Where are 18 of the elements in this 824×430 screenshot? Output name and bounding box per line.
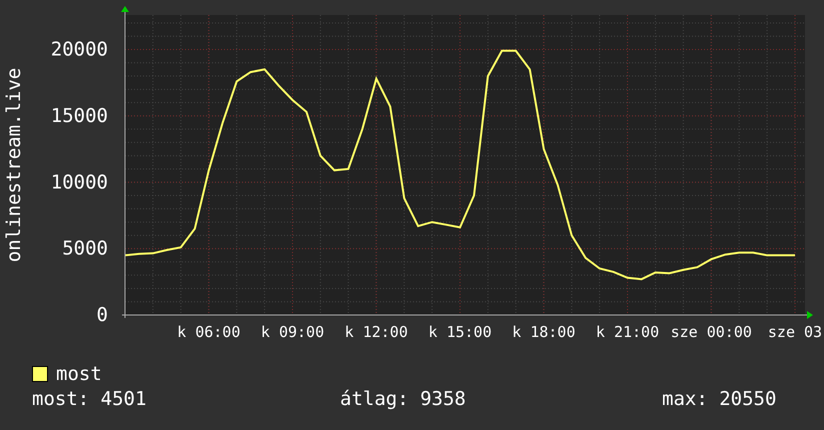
x-tick-label: k 21:00 xyxy=(596,323,660,341)
x-tick-label: k 06:00 xyxy=(177,323,240,341)
stat-text: max: 20550 xyxy=(662,388,778,410)
stat-text: átlag: 9358 xyxy=(340,388,467,410)
y-tick-label: 15000 xyxy=(50,104,108,127)
y-tick-label: 20000 xyxy=(50,38,108,61)
x-tick-label: k 15:00 xyxy=(428,323,492,341)
x-tick-label: sze 00:00 xyxy=(670,323,752,341)
x-tick-label: sze 03 xyxy=(768,323,822,341)
y-tick-label: 0 xyxy=(96,304,108,326)
y-tick-label: 10000 xyxy=(50,171,108,194)
y-axis-title: onlinestream.live xyxy=(3,68,25,262)
x-tick-label: k 09:00 xyxy=(260,323,324,341)
x-tick-label: k 18:00 xyxy=(512,323,576,341)
x-tick-label: k 12:00 xyxy=(344,323,408,341)
legend-label: most xyxy=(56,363,102,385)
y-tick-label: 5000 xyxy=(62,238,108,260)
stat-text: most: 4501 xyxy=(32,388,148,410)
